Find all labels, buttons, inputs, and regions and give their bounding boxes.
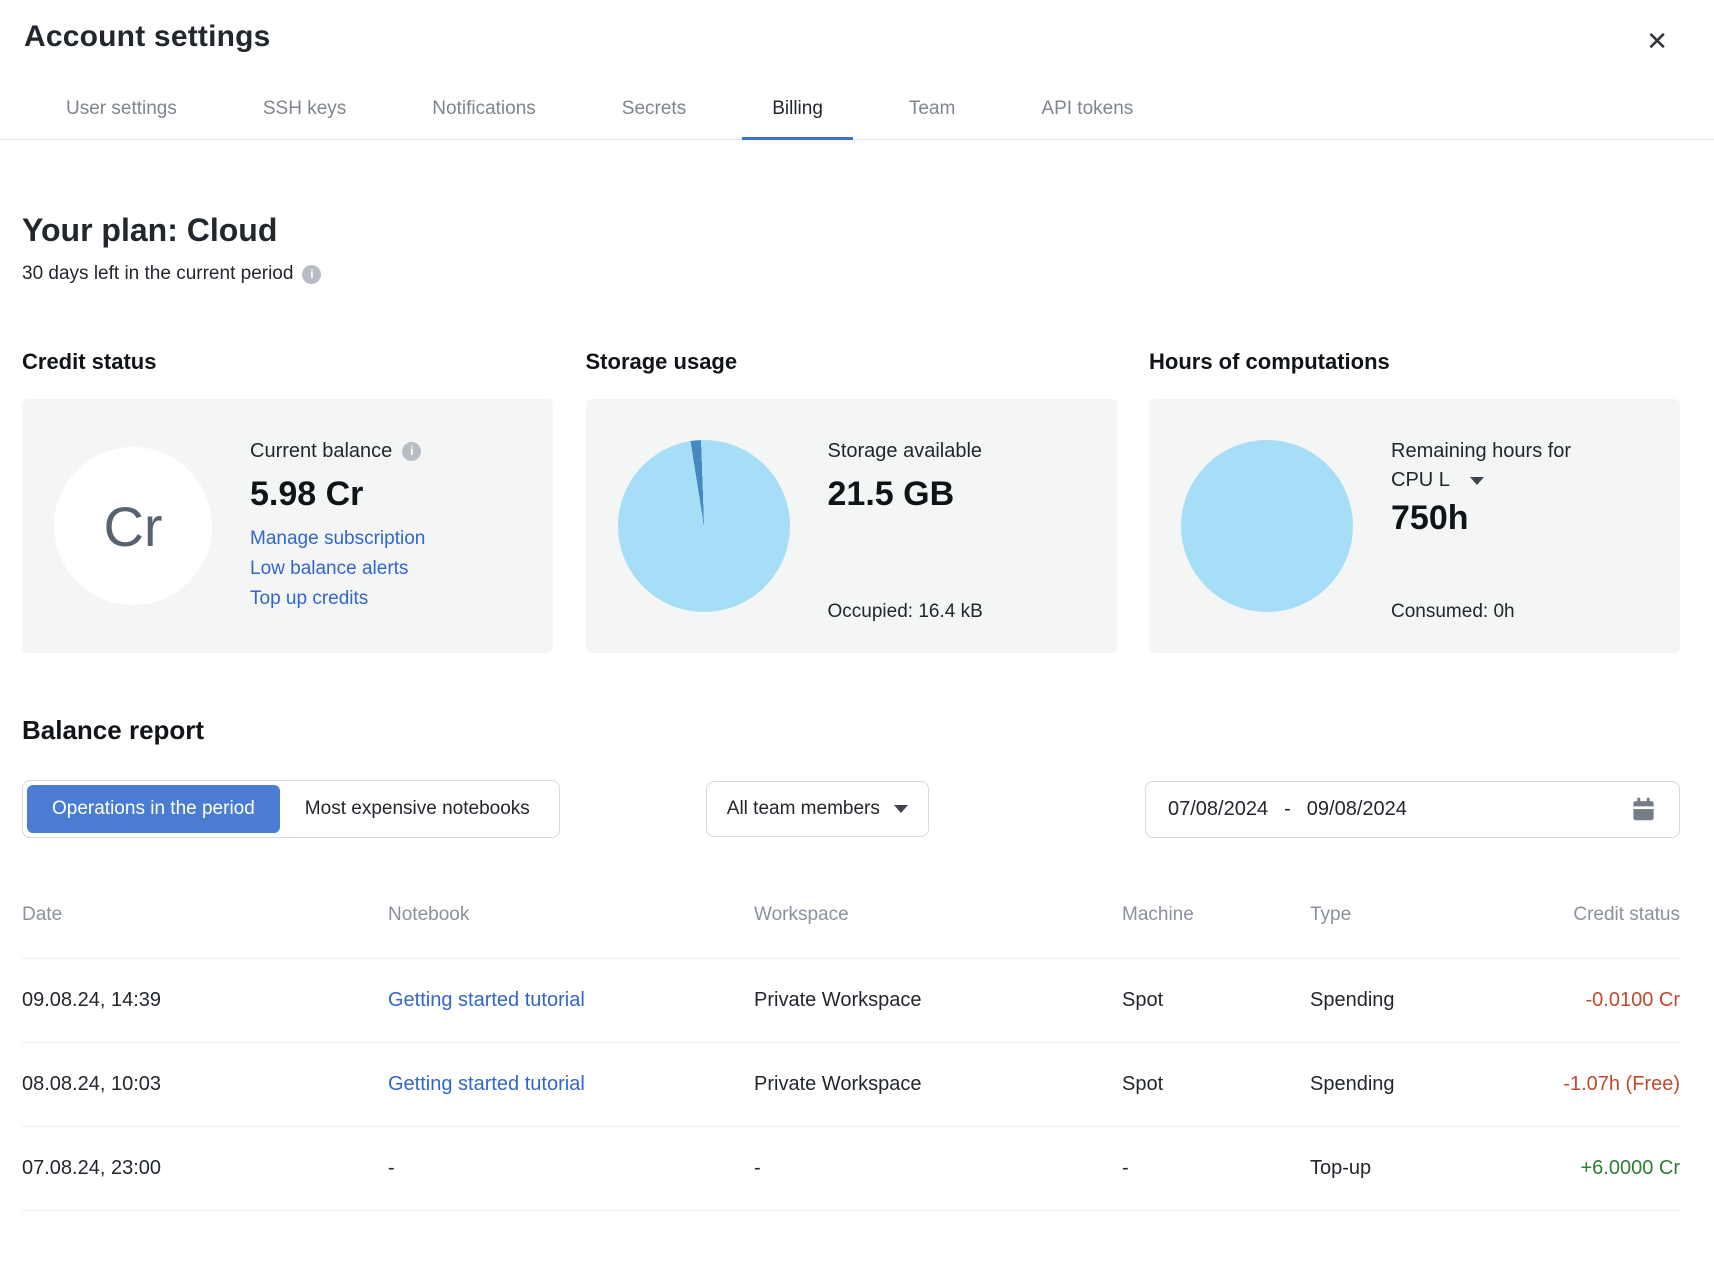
notebook-link[interactable]: Getting started tutorial (388, 989, 585, 1011)
top-up-credits-link[interactable]: Top up credits (250, 584, 521, 614)
cell-machine: Spot (1122, 989, 1310, 1012)
chevron-down-icon[interactable] (1470, 477, 1484, 485)
storage-usage-card: Storage available 21.5 GB Occupied: 16.4… (586, 399, 1117, 653)
tab-secrets[interactable]: Secrets (592, 98, 716, 139)
storage-usage-column: Storage usage Storage available 21.5 GB … (586, 349, 1117, 653)
balance-report-controls: Operations in the period Most expensive … (22, 780, 1680, 838)
account-settings-modal: Account settings ✕ User settings SSH key… (0, 0, 1714, 1288)
cell-type: Spending (1310, 989, 1470, 1012)
table-row: 08.08.24, 10:03 Getting started tutorial… (22, 1043, 1680, 1127)
cell-workspace: Private Workspace (754, 989, 1122, 1012)
cell-date: 08.08.24, 10:03 (22, 1073, 388, 1096)
cell-type: Spending (1310, 1073, 1470, 1096)
storage-pie-chart (618, 440, 790, 612)
credit-status-column: Credit status Cr Current balance i 5.98 … (22, 349, 553, 653)
cell-workspace: Private Workspace (754, 1073, 1122, 1096)
plan-title: Your plan: Cloud (22, 212, 1680, 249)
cell-machine: Spot (1122, 1073, 1310, 1096)
storage-available-label: Storage available (828, 437, 1085, 466)
team-members-dropdown[interactable]: All team members (706, 781, 929, 837)
date-range-separator: - (1284, 798, 1291, 821)
tab-billing[interactable]: Billing (742, 98, 853, 139)
hours-computations-card: Remaining hours for CPU L 750h Consumed:… (1149, 399, 1680, 653)
hours-pie-chart (1181, 440, 1353, 612)
hours-computations-column: Hours of computations Remaining hours fo… (1149, 349, 1680, 653)
page-title: Account settings (24, 20, 271, 54)
tab-user-settings[interactable]: User settings (36, 98, 207, 139)
date-to-value[interactable]: 09/08/2024 (1307, 798, 1407, 821)
current-balance-label: Current balance i (250, 437, 521, 466)
balance-report-section: Balance report Operations in the period … (0, 715, 1714, 1211)
storage-usage-heading: Storage usage (586, 349, 1117, 375)
tab-bar: User settings SSH keys Notifications Sec… (0, 98, 1714, 140)
cell-credit-status: -1.07h (Free) (1470, 1073, 1680, 1096)
modal-header: Account settings ✕ (0, 0, 1714, 60)
close-icon[interactable]: ✕ (1640, 22, 1674, 60)
report-view-toggle: Operations in the period Most expensive … (22, 780, 560, 838)
machine-type-selector[interactable]: CPU L (1391, 466, 1648, 495)
remaining-hours-value: 750h (1391, 499, 1648, 538)
storage-occupied-text: Occupied: 16.4 kB (828, 601, 1085, 623)
info-icon[interactable]: i (402, 442, 421, 461)
tab-api-tokens[interactable]: API tokens (1011, 98, 1163, 139)
operations-in-period-button[interactable]: Operations in the period (27, 785, 280, 833)
cell-date: 09.08.24, 14:39 (22, 989, 388, 1012)
remaining-hours-label: Remaining hours for (1391, 437, 1648, 466)
cell-machine: - (1122, 1157, 1310, 1180)
credits-badge: Cr (54, 447, 212, 605)
chevron-down-icon (894, 805, 908, 813)
cell-credit-status: -0.0100 Cr (1470, 989, 1680, 1012)
table-row: 07.08.24, 23:00 - - - Top-up +6.0000 Cr (22, 1127, 1680, 1211)
table-row: 09.08.24, 14:39 Getting started tutorial… (22, 959, 1680, 1043)
manage-subscription-link[interactable]: Manage subscription (250, 524, 521, 554)
summary-cards: Credit status Cr Current balance i 5.98 … (0, 349, 1714, 653)
operations-table: Date Notebook Workspace Machine Type Cre… (22, 904, 1680, 1211)
most-expensive-notebooks-button[interactable]: Most expensive notebooks (280, 785, 555, 833)
plan-section: Your plan: Cloud 30 days left in the cur… (0, 212, 1714, 285)
cell-credit-status: +6.0000 Cr (1470, 1157, 1680, 1180)
col-header-date: Date (22, 904, 388, 926)
cell-date: 07.08.24, 23:00 (22, 1157, 388, 1180)
low-balance-alerts-link[interactable]: Low balance alerts (250, 554, 521, 584)
storage-available-value: 21.5 GB (828, 475, 1085, 514)
date-from-value[interactable]: 07/08/2024 (1168, 798, 1268, 821)
tab-team[interactable]: Team (879, 98, 985, 139)
consumed-hours-text: Consumed: 0h (1391, 601, 1648, 623)
col-header-credit-status: Credit status (1470, 904, 1680, 926)
col-header-type: Type (1310, 904, 1470, 926)
col-header-workspace: Workspace (754, 904, 1122, 926)
calendar-icon[interactable] (1630, 796, 1657, 823)
credit-status-heading: Credit status (22, 349, 553, 375)
col-header-machine: Machine (1122, 904, 1310, 926)
plan-period-note: 30 days left in the current period i (22, 263, 1680, 285)
cell-workspace: - (754, 1157, 1122, 1180)
notebook-link[interactable]: Getting started tutorial (388, 1073, 585, 1095)
tab-notifications[interactable]: Notifications (402, 98, 566, 139)
tab-ssh-keys[interactable]: SSH keys (233, 98, 376, 139)
cell-type: Top-up (1310, 1157, 1470, 1180)
date-range-picker[interactable]: 07/08/2024 - 09/08/2024 (1145, 781, 1680, 838)
hours-computations-heading: Hours of computations (1149, 349, 1680, 375)
col-header-notebook: Notebook (388, 904, 754, 926)
balance-report-heading: Balance report (22, 715, 1680, 746)
table-header-row: Date Notebook Workspace Machine Type Cre… (22, 904, 1680, 959)
current-balance-value: 5.98 Cr (250, 475, 521, 514)
plan-period-text: 30 days left in the current period (22, 263, 293, 285)
cell-notebook: - (388, 1157, 754, 1180)
credit-status-card: Cr Current balance i 5.98 Cr Manage subs… (22, 399, 553, 653)
info-icon[interactable]: i (302, 265, 321, 284)
